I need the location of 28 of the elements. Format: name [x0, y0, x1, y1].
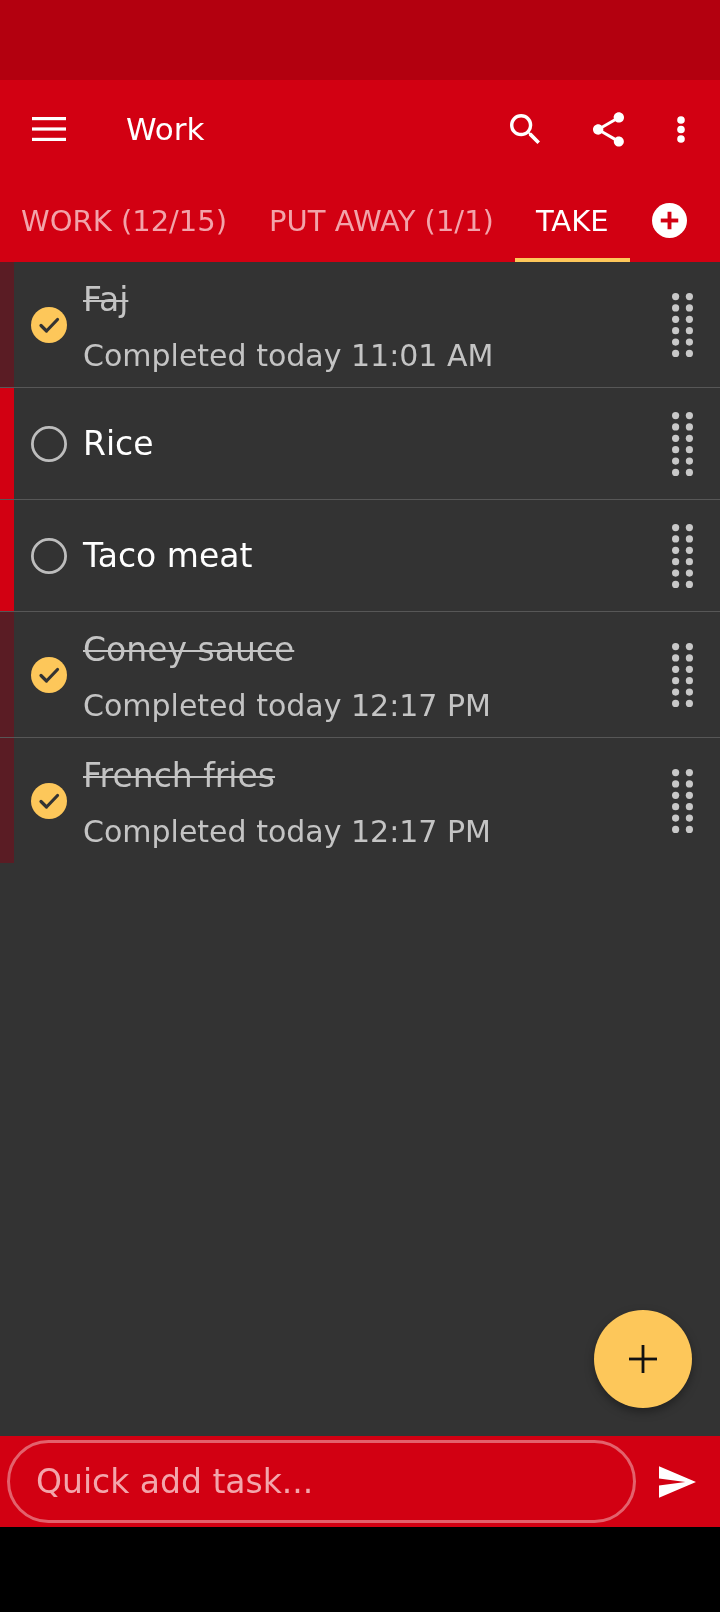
drag-handle-icon[interactable]: [672, 292, 693, 357]
task-checkbox[interactable]: [31, 425, 67, 462]
share-icon[interactable]: [593, 111, 624, 147]
completion-time: Completed today 12:17 PM: [83, 813, 491, 851]
completion-time: Completed today 12:17 PM: [83, 687, 491, 725]
tab[interactable]: WORK (12/15): [0, 178, 249, 262]
task-title: Rice: [83, 423, 154, 465]
task-title: Coney sauce: [83, 629, 295, 671]
plus-icon: [629, 1345, 657, 1373]
task-checkbox[interactable]: [31, 306, 67, 343]
more-icon[interactable]: [677, 115, 685, 143]
drag-handle-icon[interactable]: [672, 642, 693, 707]
menu-icon[interactable]: [32, 117, 66, 141]
drag-handle-icon[interactable]: [672, 768, 693, 833]
task-checkbox[interactable]: [31, 782, 67, 819]
plus-circle-icon[interactable]: [651, 202, 687, 238]
task-checkbox[interactable]: [31, 656, 67, 693]
task-title: French fries: [83, 755, 276, 797]
search-icon[interactable]: [510, 114, 540, 144]
completion-time: Completed today 11:01 AM: [83, 337, 494, 375]
tab[interactable]: PUT AWAY (1/1): [248, 178, 515, 262]
task-title: Faj: [83, 279, 129, 321]
drag-handle-icon[interactable]: [672, 523, 693, 588]
toolbar-title: Work: [126, 110, 205, 149]
send-icon[interactable]: [659, 1465, 696, 1498]
task-checkbox[interactable]: [31, 537, 67, 574]
task-title: Taco meat: [83, 535, 253, 577]
drag-handle-icon[interactable]: [672, 411, 693, 476]
